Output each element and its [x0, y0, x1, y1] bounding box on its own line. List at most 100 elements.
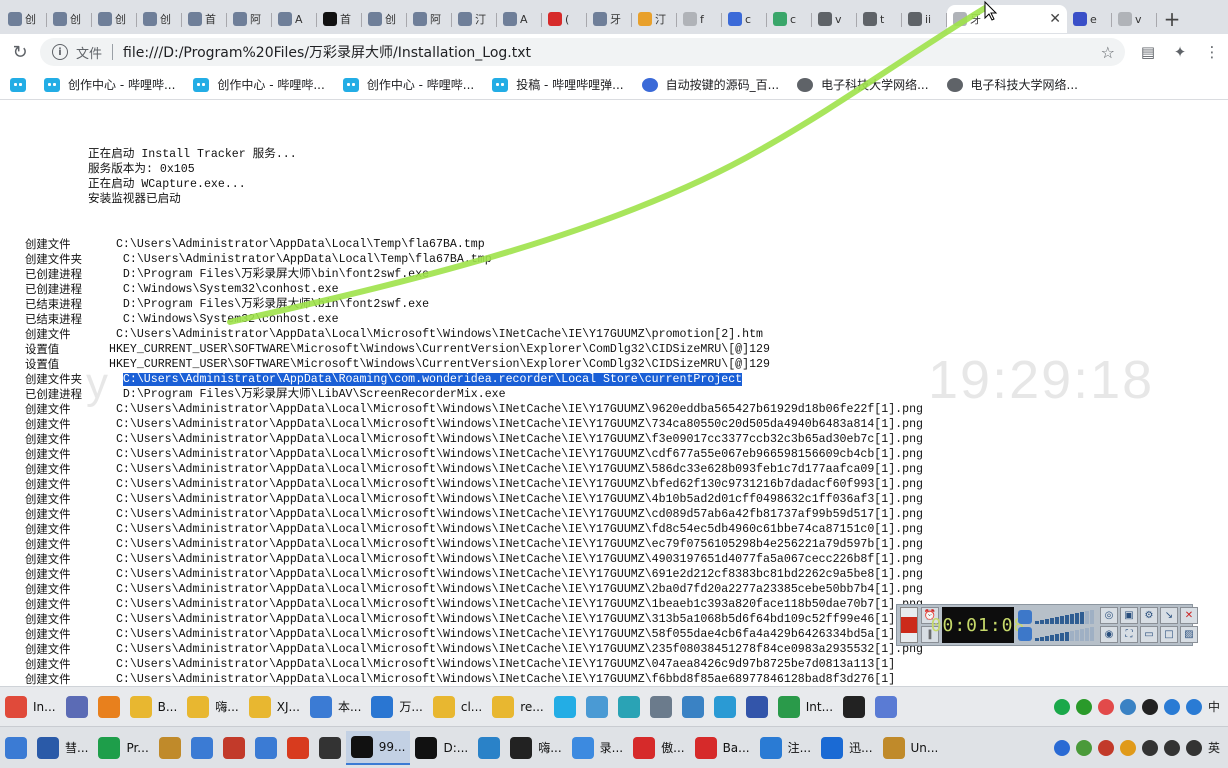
bookmark-item[interactable] [10, 77, 26, 92]
folder-icon[interactable]: ▣ [1120, 607, 1138, 624]
tab[interactable]: 汀 [452, 5, 497, 33]
extensions-icon[interactable]: ✦ [1164, 36, 1196, 68]
tray-icon[interactable] [1185, 739, 1202, 756]
close-icon[interactable]: ✕ [1180, 607, 1198, 624]
reload-icon[interactable]: ↻ [4, 36, 36, 68]
record-stop-button[interactable] [900, 607, 918, 643]
presentation-icon[interactable]: ▨ [1180, 626, 1198, 643]
taskbar-button[interactable] [250, 731, 282, 765]
taskbar-button[interactable] [473, 731, 505, 765]
taskbar-button[interactable] [838, 690, 870, 724]
taskbar-button[interactable]: 彗... [32, 731, 93, 765]
taskbar-button[interactable]: 录... [567, 731, 628, 765]
tab[interactable]: 创 [137, 5, 182, 33]
tab[interactable]: v [812, 5, 857, 33]
window-icon[interactable]: ▭ [1140, 626, 1158, 643]
address-bar[interactable]: i 文件 file:///D:/Program%20Files/万彩录屏大师/I… [40, 38, 1125, 66]
taskbar-button[interactable]: Un... [878, 731, 944, 765]
taskbar-button[interactable] [613, 690, 645, 724]
taskbar-button[interactable]: re... [487, 690, 549, 724]
tab[interactable]: c [722, 5, 767, 33]
tab[interactable]: ii [902, 5, 947, 33]
tab[interactable]: 首 [182, 5, 227, 33]
close-tab-icon[interactable]: ✕ [1049, 11, 1061, 27]
taskbar-button[interactable]: Int... [773, 690, 838, 724]
tab[interactable]: 创 [92, 5, 137, 33]
tray-icon[interactable] [1119, 698, 1136, 715]
tab[interactable]: t [857, 5, 902, 33]
taskbar-button[interactable] [549, 690, 581, 724]
tab[interactable]: 首 [317, 5, 362, 33]
tray-icon[interactable] [1097, 698, 1114, 715]
tab[interactable]: A [272, 5, 317, 33]
taskbar-button[interactable]: 嗨... [182, 690, 243, 724]
taskbar-button[interactable] [61, 690, 93, 724]
taskbar-button[interactable] [282, 731, 314, 765]
tray-icon[interactable] [1163, 698, 1180, 715]
ime-indicator[interactable]: 中 [1208, 698, 1220, 715]
tab[interactable]: 阿 [407, 5, 452, 33]
tray-icon[interactable] [1053, 698, 1070, 715]
info-icon[interactable]: i [52, 44, 68, 60]
tab[interactable]: ( [542, 5, 587, 33]
taskbar-button[interactable]: Pr... [93, 731, 153, 765]
taskbar-button[interactable] [218, 731, 250, 765]
bookmark-item[interactable]: 电子科技大学网络... [797, 76, 929, 93]
tab[interactable]: e [1067, 5, 1112, 33]
tray-icon[interactable] [1119, 739, 1136, 756]
gear-icon[interactable]: ⚙ [1140, 607, 1158, 624]
bookmark-star-icon[interactable]: ☆ [1101, 43, 1115, 62]
taskbar-button[interactable] [741, 690, 773, 724]
taskbar-button[interactable] [154, 731, 186, 765]
webcam-icon[interactable]: ◉ [1100, 626, 1118, 643]
bookmark-item[interactable]: 创作中心 - 哔哩哔... [44, 76, 175, 93]
tab[interactable]: 创 [2, 5, 47, 33]
tray-icon[interactable] [1053, 739, 1070, 756]
tab[interactable]: v [1112, 5, 1157, 33]
taskbar-button[interactable]: In... [0, 690, 61, 724]
microphone-icon[interactable] [1018, 626, 1032, 641]
mic-level-bars[interactable] [1035, 626, 1094, 641]
tab[interactable]: 牙 [587, 5, 632, 33]
taskbar-button[interactable] [93, 690, 125, 724]
tray-icon[interactable] [1141, 698, 1158, 715]
wifi-icon[interactable]: ◎ [1100, 607, 1118, 624]
taskbar-button[interactable]: Ba... [690, 731, 755, 765]
tray-icon[interactable] [1075, 739, 1092, 756]
taskbar-button[interactable] [581, 690, 613, 724]
taskbar-button[interactable]: 注... [755, 731, 816, 765]
tab[interactable]: 阿 [227, 5, 272, 33]
taskbar-button[interactable]: XJ... [244, 690, 305, 724]
menu-icon[interactable]: ⋮ [1196, 36, 1228, 68]
tab[interactable]: c [767, 5, 812, 33]
taskbar-button[interactable] [314, 731, 346, 765]
bookmark-item[interactable]: 创作中心 - 哔哩哔... [342, 76, 474, 93]
speaker-level-bars[interactable] [1035, 609, 1094, 624]
taskbar-button[interactable]: B... [125, 690, 183, 724]
taskbar-button[interactable]: cl... [428, 690, 487, 724]
tab[interactable]: 创 [47, 5, 92, 33]
monitor-icon[interactable]: □ [1160, 626, 1178, 643]
tray-icon[interactable] [1075, 698, 1092, 715]
taskbar-button[interactable]: D:... [410, 731, 473, 765]
tray-icon[interactable] [1141, 739, 1158, 756]
tray-icon[interactable] [1185, 698, 1202, 715]
taskbar-button[interactable]: 嗨... [505, 731, 566, 765]
bookmark-item[interactable]: 创作中心 - 哔哩哔... [193, 76, 325, 93]
speaker-icon[interactable] [1018, 609, 1032, 624]
taskbar-button[interactable] [677, 690, 709, 724]
bookmark-item[interactable]: 投稿 - 哔哩哔哩弹... [492, 76, 624, 93]
tab-active[interactable]: 牙 ✕ [947, 5, 1067, 33]
new-tab-button[interactable]: + [1157, 5, 1187, 33]
taskbar-button[interactable] [709, 690, 741, 724]
taskbar-button[interactable]: 本... [305, 690, 366, 724]
taskbar-button[interactable]: 傲... [628, 731, 689, 765]
taskbar-button[interactable] [186, 731, 218, 765]
tray-icon[interactable] [1163, 739, 1180, 756]
tab[interactable]: A [497, 5, 542, 33]
bookmark-item[interactable]: 电子科技大学网络... [946, 76, 1078, 93]
tab[interactable]: 创 [362, 5, 407, 33]
fullscreen-icon[interactable]: ⛶ [1120, 626, 1138, 643]
tab[interactable]: 汀 [632, 5, 677, 33]
taskbar-button[interactable] [0, 731, 32, 765]
